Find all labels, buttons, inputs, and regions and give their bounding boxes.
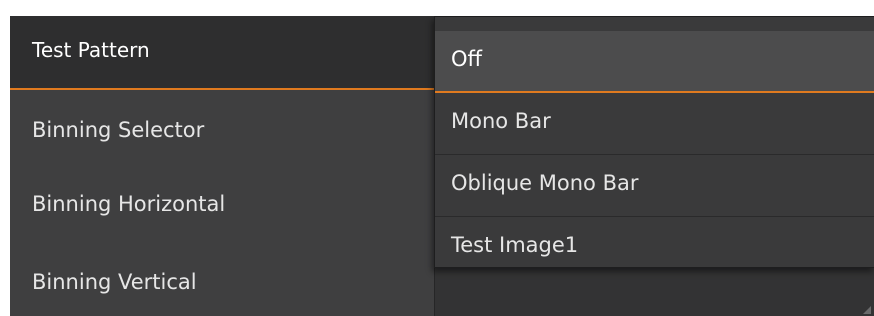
- property-label: Binning Horizontal: [32, 192, 226, 216]
- property-label: Binning Selector: [32, 118, 205, 142]
- test-pattern-dropdown-list[interactable]: Off Mono Bar Oblique Mono Bar Test Image…: [434, 16, 874, 268]
- dropdown-option-label: Mono Bar: [451, 109, 551, 133]
- dropdown-option-off[interactable]: Off: [435, 31, 874, 93]
- dropdown-option-test-image1[interactable]: Test Image1: [435, 217, 874, 279]
- dropdown-option-oblique-mono-bar[interactable]: Oblique Mono Bar: [435, 155, 874, 217]
- dropdown-option-mono-bar[interactable]: Mono Bar: [435, 93, 874, 155]
- resize-grip-icon[interactable]: [863, 306, 871, 314]
- property-label: Binning Vertical: [32, 270, 197, 294]
- dropdown-option-label: Oblique Mono Bar: [451, 171, 639, 195]
- dropdown-option-label: Off: [451, 47, 482, 71]
- property-grid: Test Pattern Binning Selector Binning Ho…: [10, 16, 874, 316]
- property-label: Test Pattern: [32, 38, 150, 62]
- dropdown-option-label: Test Image1: [451, 233, 579, 257]
